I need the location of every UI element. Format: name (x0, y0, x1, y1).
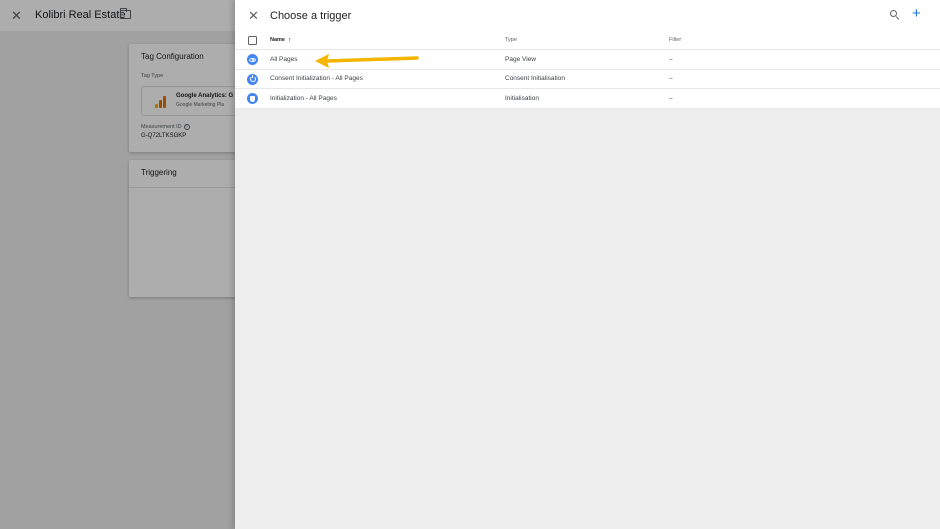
trigger-table: Name ↑ Type Filter All Pages Page View – … (235, 31, 940, 109)
close-icon[interactable]: ✕ (248, 8, 259, 24)
panel-title: Choose a trigger (270, 10, 352, 22)
trigger-name[interactable]: All Pages (270, 50, 297, 69)
eye-icon (247, 54, 258, 65)
select-all-checkbox[interactable] (248, 35, 257, 45)
trigger-filter: – (669, 75, 673, 83)
column-header-name[interactable]: Name ↑ (270, 31, 291, 49)
trigger-type: Initialisation (505, 94, 539, 102)
power-icon (247, 73, 258, 85)
search-icon[interactable] (890, 10, 900, 20)
table-row[interactable]: Consent Initialization - All Pages Conse… (235, 70, 940, 89)
table-row[interactable]: All Pages Page View – (235, 50, 940, 70)
choose-trigger-panel: ✕ Choose a trigger + Name ↑ Type Filter A… (235, 0, 940, 529)
sort-arrow-up-icon: ↑ (287, 36, 292, 44)
trigger-filter: – (669, 94, 673, 102)
column-header-type[interactable]: Type (505, 31, 517, 49)
panel-header: ✕ Choose a trigger + (235, 0, 940, 31)
trigger-filter: – (669, 55, 673, 63)
table-row[interactable]: Initialization - All Pages Initialisatio… (235, 89, 940, 109)
table-header-row: Name ↑ Type Filter (235, 31, 940, 50)
trigger-type: Consent Initialisation (505, 75, 565, 83)
trigger-name[interactable]: Initialization - All Pages (270, 89, 337, 108)
trigger-name[interactable]: Consent Initialization - All Pages (270, 70, 363, 89)
trigger-type: Page View (505, 55, 536, 63)
add-icon[interactable]: + (912, 6, 921, 21)
shield-icon (247, 93, 258, 104)
column-header-filter[interactable]: Filter (669, 31, 681, 49)
